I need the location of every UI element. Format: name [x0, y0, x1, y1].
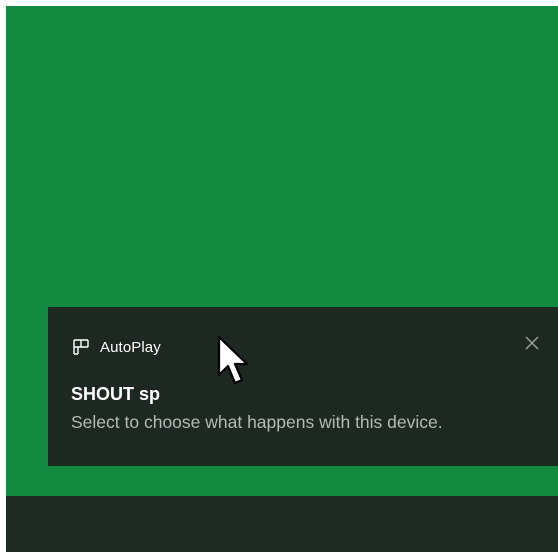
autoplay-notification[interactable]: AutoPlay SHOUT sp Select to choose what …	[48, 307, 558, 466]
notification-body: Select to choose what happens with this …	[71, 412, 443, 432]
arrow-cursor-icon	[216, 335, 250, 391]
screen: AutoPlay SHOUT sp Select to choose what …	[0, 0, 558, 552]
app-name: AutoPlay	[100, 338, 161, 356]
autoplay-icon	[72, 338, 90, 356]
close-icon	[525, 336, 539, 355]
taskbar	[6, 496, 558, 552]
close-button[interactable]	[520, 333, 544, 357]
notification-header: AutoPlay	[72, 337, 161, 357]
notification-title: SHOUT sp	[71, 384, 161, 404]
